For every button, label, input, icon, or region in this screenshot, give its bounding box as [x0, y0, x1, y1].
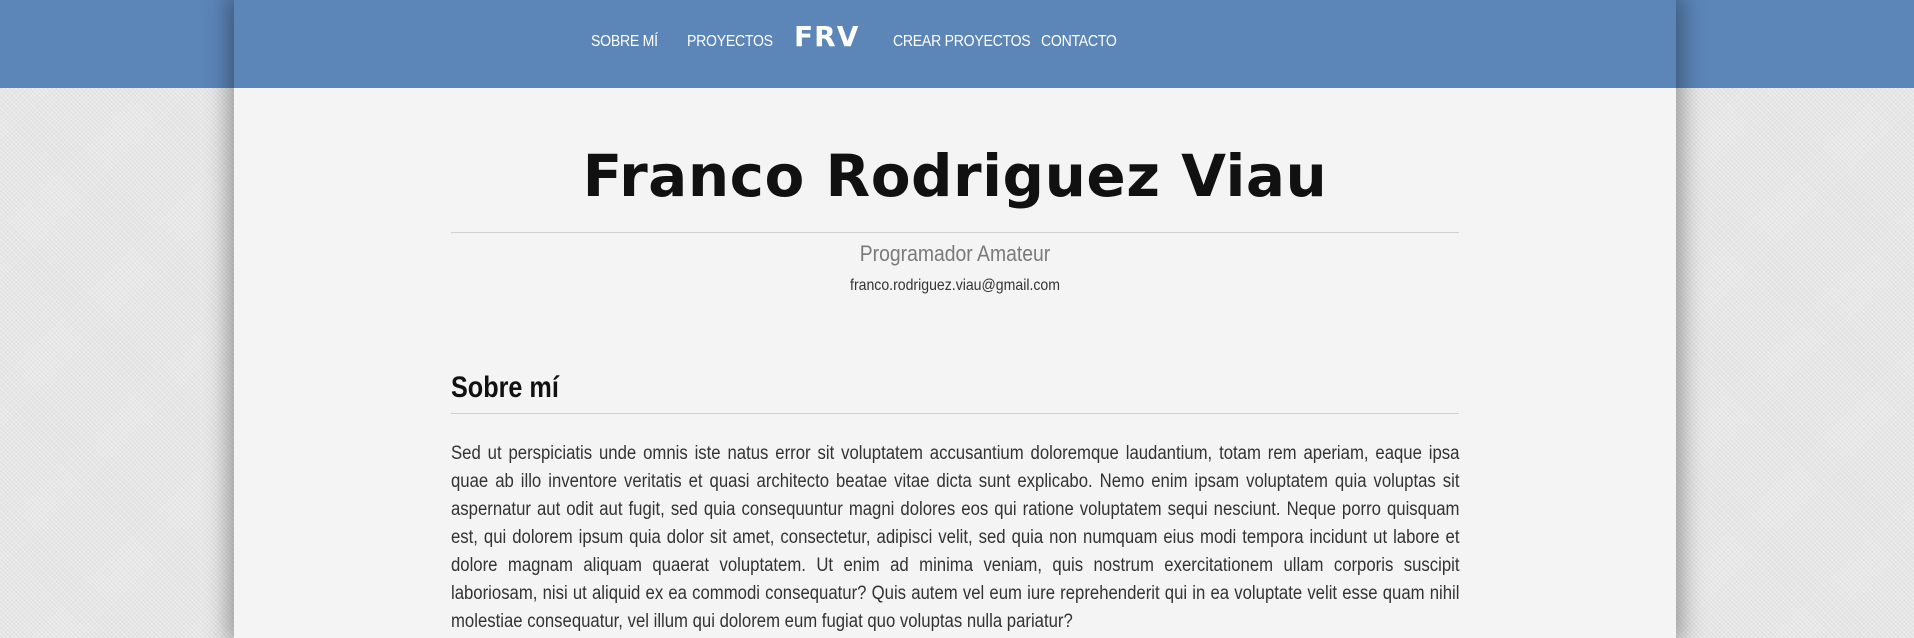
nav-link-contacto[interactable]: CONTACTO [1041, 32, 1117, 52]
section-title-sobre-mi: Sobre mí [451, 371, 559, 404]
contact-email: franco.rodriguez.viau@gmail.com [850, 277, 1060, 294]
main-navigation: SOBRE MÍ PROYECTOS FRV CREAR PROYECTOS C… [234, 0, 1676, 88]
page-title: Franco Rodriguez Viau [582, 142, 1328, 210]
title-divider [451, 232, 1459, 233]
nav-link-proyectos[interactable]: PROYECTOS [687, 32, 773, 52]
section-divider [451, 413, 1459, 414]
nav-link-crear-proyectos[interactable]: CREAR PROYECTOS [893, 32, 1031, 52]
nav-link-sobre-mi[interactable]: SOBRE MÍ [591, 32, 658, 52]
site-logo[interactable]: FRV [794, 20, 859, 54]
about-paragraph: Sed ut perspiciatis unde omnis iste natu… [451, 443, 1460, 632]
page-container: SOBRE MÍ PROYECTOS FRV CREAR PROYECTOS C… [234, 0, 1676, 638]
role-subtitle: Programador Amateur [859, 241, 1051, 266]
